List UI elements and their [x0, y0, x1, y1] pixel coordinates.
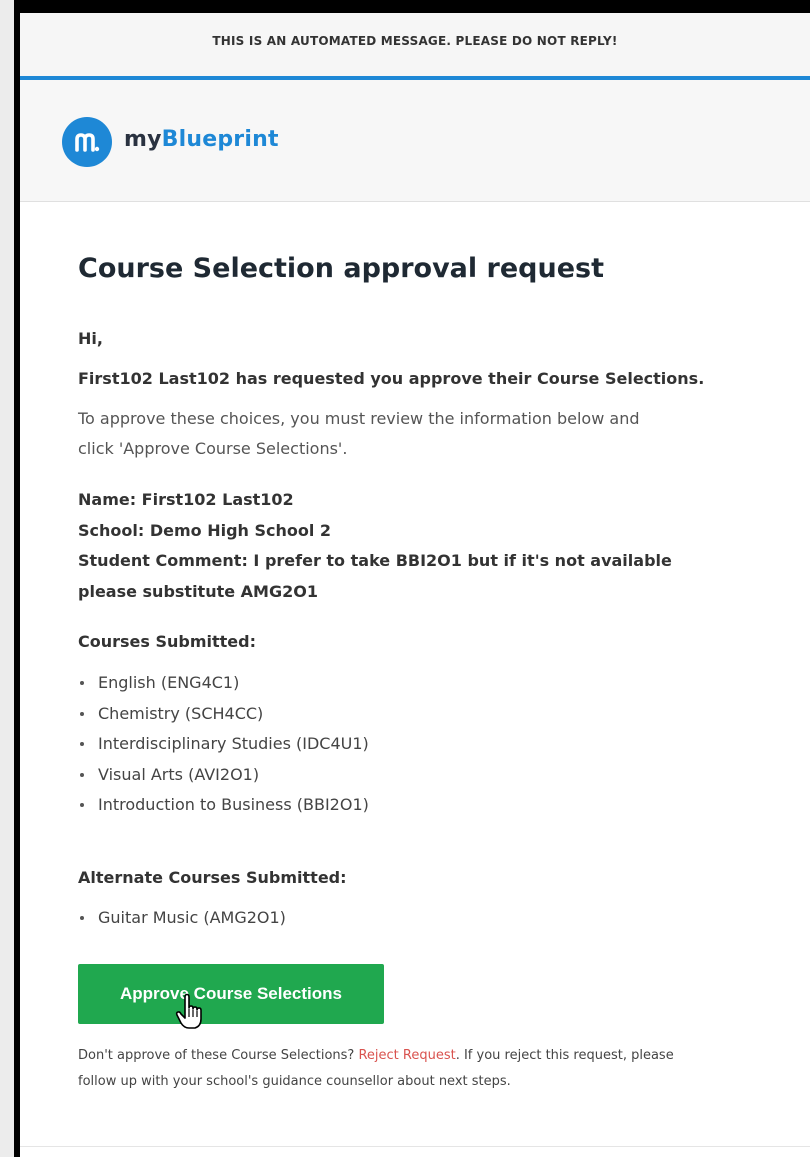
list-item: English (ENG4C1) [78, 668, 369, 699]
request-line: First102 Last102 has requested you appro… [78, 369, 705, 388]
greeting: Hi, [78, 329, 103, 348]
footer-text-before: Don't approve of these Course Selections… [78, 1048, 359, 1063]
brand-header: myBlueprint [20, 80, 810, 202]
automated-notice-text: THIS IS AN AUTOMATED MESSAGE. PLEASE DO … [212, 34, 618, 48]
alternates-list: Guitar Music (AMG2O1) [78, 903, 286, 934]
student-comment-line-2: please substitute AMG2O1 [78, 582, 318, 601]
courses-list: English (ENG4C1) Chemistry (SCH4CC) Inte… [78, 668, 369, 821]
list-item: Interdisciplinary Studies (IDC4U1) [78, 729, 369, 760]
approve-course-selections-button[interactable]: Approve Course Selections [78, 964, 384, 1024]
footer-text-after: . If you reject this request, please [455, 1048, 674, 1063]
reject-footer: Don't approve of these Course Selections… [78, 1043, 778, 1095]
student-name: Name: First102 Last102 [78, 490, 294, 509]
email-title: Course Selection approval request [78, 253, 605, 284]
left-gutter [0, 0, 14, 1157]
divider [20, 1146, 810, 1147]
brand-prefix: my [124, 127, 162, 152]
list-item: Introduction to Business (BBI2O1) [78, 790, 369, 821]
alternates-heading: Alternate Courses Submitted: [78, 868, 347, 887]
instruction-line-2: click 'Approve Course Selections'. [78, 439, 348, 458]
automated-notice-bar: THIS IS AN AUTOMATED MESSAGE. PLEASE DO … [20, 13, 810, 80]
hand-cursor-icon [175, 993, 202, 1029]
student-school: School: Demo High School 2 [78, 521, 332, 540]
reject-request-link[interactable]: Reject Request [358, 1048, 455, 1063]
instruction-line-1: To approve these choices, you must revie… [78, 409, 640, 428]
brand-accent: Blueprint [161, 127, 279, 152]
list-item: Chemistry (SCH4CC) [78, 699, 369, 730]
courses-heading: Courses Submitted: [78, 632, 257, 651]
myblueprint-logo-icon [62, 117, 112, 167]
email-body: THIS IS AN AUTOMATED MESSAGE. PLEASE DO … [20, 13, 810, 1157]
student-comment-line-1: Student Comment: I prefer to take BBI2O1… [78, 551, 672, 570]
list-item: Guitar Music (AMG2O1) [78, 903, 286, 934]
list-item: Visual Arts (AVI2O1) [78, 760, 369, 791]
footer-text-line-2: follow up with your school's guidance co… [78, 1074, 511, 1089]
brand-name: myBlueprint [124, 127, 279, 152]
